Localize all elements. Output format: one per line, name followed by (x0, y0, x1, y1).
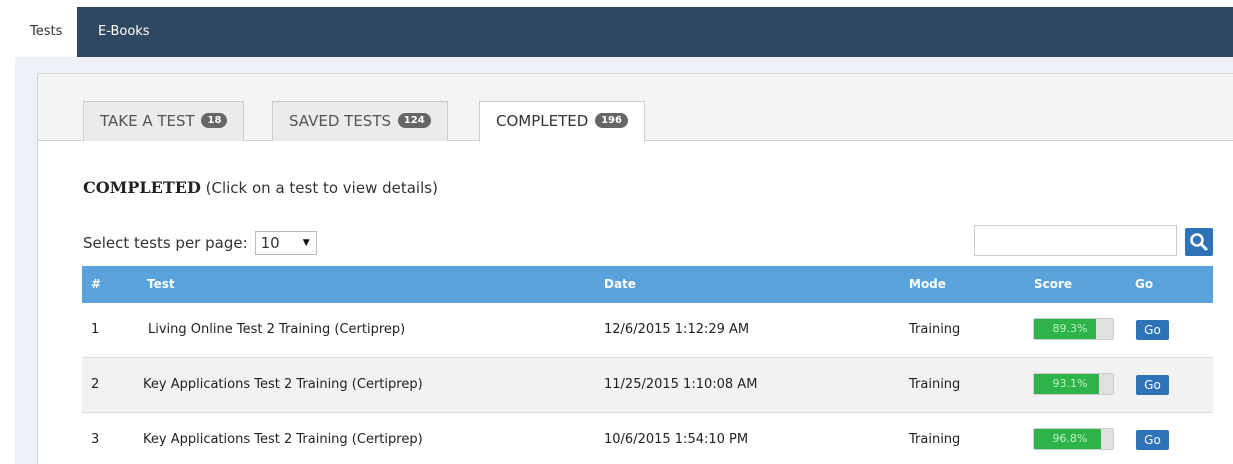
go-button[interactable]: Go (1136, 430, 1169, 450)
row-num: 3 (91, 432, 100, 447)
row-date: 12/6/2015 1:12:29 AM (604, 322, 750, 337)
tab-take-a-test[interactable]: TAKE A TEST 18 (83, 101, 245, 141)
count-badge: 124 (397, 113, 431, 128)
col-header-date: Date (604, 277, 636, 291)
table-row[interactable]: 2 Key Applications Test 2 Training (Cert… (82, 358, 1213, 413)
top-tab-tests[interactable]: Tests (15, 7, 78, 58)
row-num: 2 (91, 377, 100, 392)
row-num: 1 (91, 322, 100, 337)
tab-label: SAVED TESTS (289, 112, 392, 130)
search-button[interactable] (1185, 228, 1213, 256)
tests-per-page: Select tests per page: 10 ▼ (83, 231, 317, 255)
caret-down-icon: ▼ (302, 238, 310, 248)
row-test-name: Key Applications Test 2 Training (Certip… (143, 377, 423, 392)
col-header-score: Score (1034, 277, 1073, 291)
score-bar: 96.8% (1033, 428, 1114, 450)
score-bar: 93.1% (1033, 373, 1114, 395)
search-input[interactable] (974, 225, 1177, 256)
col-header-test: Test (147, 277, 175, 291)
col-header-go: Go (1135, 277, 1154, 291)
per-page-label: Select tests per page: (83, 234, 248, 252)
col-header-num: # (91, 277, 102, 291)
test-tabbar: TAKE A TEST 18 SAVED TESTS 124 COMPLETED… (38, 74, 1233, 142)
table-header: # Test Date Mode Score Go (82, 266, 1213, 303)
top-tab-label: E-Books (98, 24, 150, 39)
top-nav-bar: Tests E-Books (15, 7, 1233, 58)
row-test-name: Living Online Test 2 Training (Certiprep… (148, 322, 406, 337)
row-mode: Training (909, 322, 961, 337)
score-text: 96.8% (1052, 432, 1088, 445)
tab-label: TAKE A TEST (100, 112, 195, 130)
go-button[interactable]: Go (1136, 375, 1169, 395)
row-date: 10/6/2015 1:54:10 PM (604, 432, 749, 447)
section-heading: COMPLETED (Click on a test to view detai… (83, 178, 438, 197)
row-test-name: Key Applications Test 2 Training (Certip… (143, 432, 423, 447)
top-tab-label: Tests (30, 24, 63, 39)
per-page-value: 10 (260, 234, 280, 252)
row-date: 11/25/2015 1:10:08 AM (604, 377, 758, 392)
top-tab-ebooks[interactable]: E-Books (83, 7, 165, 57)
tab-saved-tests[interactable]: SAVED TESTS 124 (272, 101, 448, 141)
tab-label: COMPLETED (496, 112, 589, 130)
row-mode: Training (909, 432, 961, 447)
col-header-mode: Mode (909, 277, 946, 291)
search-icon (1190, 233, 1208, 251)
count-badge: 18 (201, 113, 228, 128)
table-row[interactable]: 3 Key Applications Test 2 Training (Cert… (82, 413, 1213, 464)
go-button[interactable]: Go (1136, 320, 1169, 340)
count-badge: 196 (595, 113, 628, 128)
section-title: COMPLETED (83, 178, 201, 197)
tab-completed[interactable]: COMPLETED 196 (479, 101, 645, 142)
score-text: 93.1% (1052, 377, 1088, 390)
score-text: 89.3% (1052, 322, 1088, 335)
row-mode: Training (909, 377, 961, 392)
tests-panel: TAKE A TEST 18 SAVED TESTS 124 COMPLETED… (37, 73, 1233, 464)
table-row[interactable]: 1 Living Online Test 2 Training (Certipr… (82, 303, 1213, 358)
score-bar: 89.3% (1033, 318, 1114, 340)
per-page-select[interactable]: 10 ▼ (254, 231, 317, 255)
section-hint: (Click on a test to view details) (205, 179, 438, 197)
